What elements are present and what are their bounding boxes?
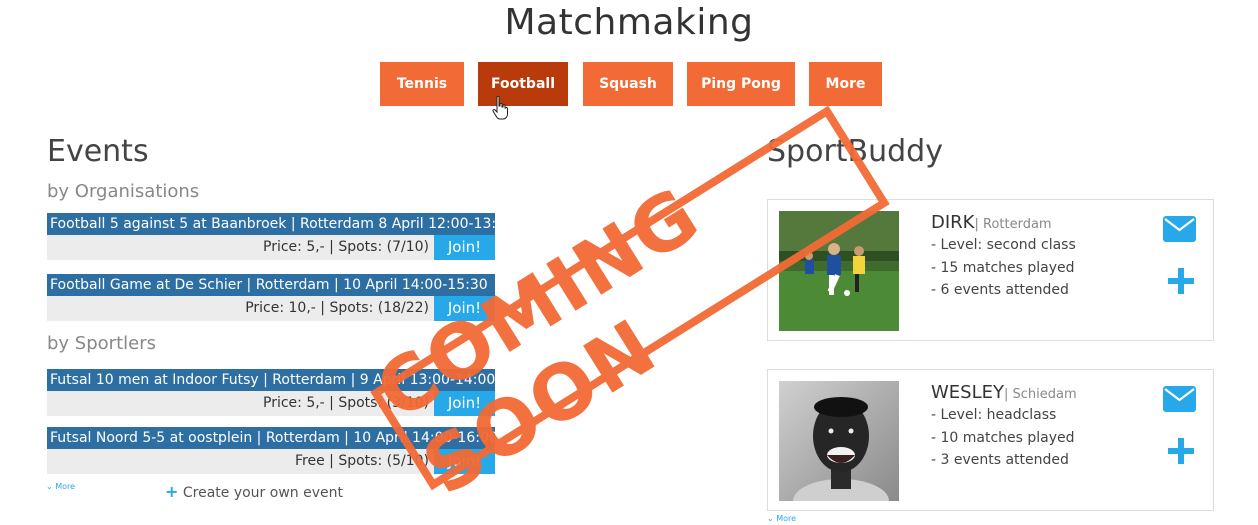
buddy-name[interactable]: DIRK — [931, 212, 974, 233]
sportbuddy-heading: SportBuddy — [767, 134, 943, 169]
buddy-events: - 3 events attended — [931, 452, 1069, 468]
create-event-label: Create your own event — [182, 485, 343, 501]
events-more-label: More — [55, 482, 76, 491]
add-buddy-icon[interactable] — [1168, 438, 1194, 464]
buddy-name-line: WESLEY| Schiedam — [931, 382, 1077, 403]
buddy-photo — [779, 381, 899, 501]
buddy-city: | Rotterdam — [974, 217, 1052, 232]
event-price-spots: Price: 5,- | Spots: (7/10) — [263, 239, 429, 255]
buddy-level: - Level: second class — [931, 237, 1076, 253]
sportlers-subheading: by Sportlers — [47, 333, 156, 354]
plus-icon: + — [165, 482, 179, 501]
event-price-spots: Price: 5,- | Spots: (3/10) — [263, 395, 429, 411]
add-buddy-icon[interactable] — [1168, 268, 1194, 294]
buddy-name-line: DIRK| Rotterdam — [931, 212, 1052, 233]
buddy-matches: - 15 matches played — [931, 260, 1075, 276]
chevron-down-icon: ⌄ — [767, 514, 774, 523]
event-info-row: Price: 5,- | Spots: (3/10) Join! — [47, 391, 495, 416]
chevron-down-icon: ⌄ — [46, 482, 53, 491]
event-info-row: Price: 5,- | Spots: (7/10) Join! — [47, 235, 495, 260]
buddy-name[interactable]: WESLEY — [931, 382, 1004, 403]
organisations-subheading: by Organisations — [47, 181, 200, 202]
event-price-spots: Price: 10,- | Spots: (18/22) — [245, 300, 429, 316]
join-button[interactable]: Join! — [434, 235, 495, 260]
create-event-link[interactable]: + Create your own event — [165, 482, 343, 501]
sport-more-button[interactable]: More — [809, 62, 882, 106]
event-card: Football Game at De Schier | Rotterdam |… — [47, 274, 495, 321]
event-info-row: Price: 10,- | Spots: (18/22) Join! — [47, 296, 495, 321]
sport-squash-button[interactable]: Squash — [583, 62, 673, 106]
join-button[interactable]: Join! — [434, 391, 495, 416]
event-title[interactable]: Futsal Noord 5-5 at oostplein | Rotterda… — [47, 427, 495, 449]
event-price-spots: Free | Spots: (5/10) — [295, 453, 429, 469]
event-title[interactable]: Football Game at De Schier | Rotterdam |… — [47, 274, 495, 296]
buddy-matches: - 10 matches played — [931, 430, 1075, 446]
sport-ping-pong-button[interactable]: Ping Pong — [687, 62, 795, 106]
event-card: Futsal Noord 5-5 at oostplein | Rotterda… — [47, 427, 495, 474]
buddy-card: WESLEY| Schiedam - Level: headclass - 10… — [767, 369, 1214, 511]
events-more-link[interactable]: ⌄ More — [46, 482, 75, 491]
buddy-city: | Schiedam — [1004, 387, 1077, 402]
event-card: Football 5 against 5 at Baanbroek | Rott… — [47, 213, 495, 260]
buddy-level: - Level: headclass — [931, 407, 1057, 423]
join-button[interactable]: Join! — [434, 449, 495, 474]
buddy-events: - 6 events attended — [931, 282, 1069, 298]
sport-tennis-button[interactable]: Tennis — [380, 62, 464, 106]
mail-icon[interactable] — [1163, 386, 1196, 412]
event-card: Futsal 10 men at Indoor Futsy | Rotterda… — [47, 369, 495, 416]
join-button[interactable]: Join! — [434, 296, 495, 321]
buddy-photo — [779, 211, 899, 331]
hand-cursor-icon — [492, 96, 508, 120]
event-title[interactable]: Futsal 10 men at Indoor Futsy | Rotterda… — [47, 369, 495, 391]
sportbuddy-more-link[interactable]: ⌄ More — [767, 514, 796, 523]
events-heading: Events — [47, 134, 149, 169]
buddy-card: DIRK| Rotterdam - Level: second class - … — [767, 199, 1214, 341]
event-info-row: Free | Spots: (5/10) Join! — [47, 449, 495, 474]
mail-icon[interactable] — [1163, 216, 1196, 242]
event-title[interactable]: Football 5 against 5 at Baanbroek | Rott… — [47, 213, 495, 235]
page-title: Matchmaking — [504, 2, 754, 43]
sportbuddy-more-label: More — [776, 514, 797, 523]
